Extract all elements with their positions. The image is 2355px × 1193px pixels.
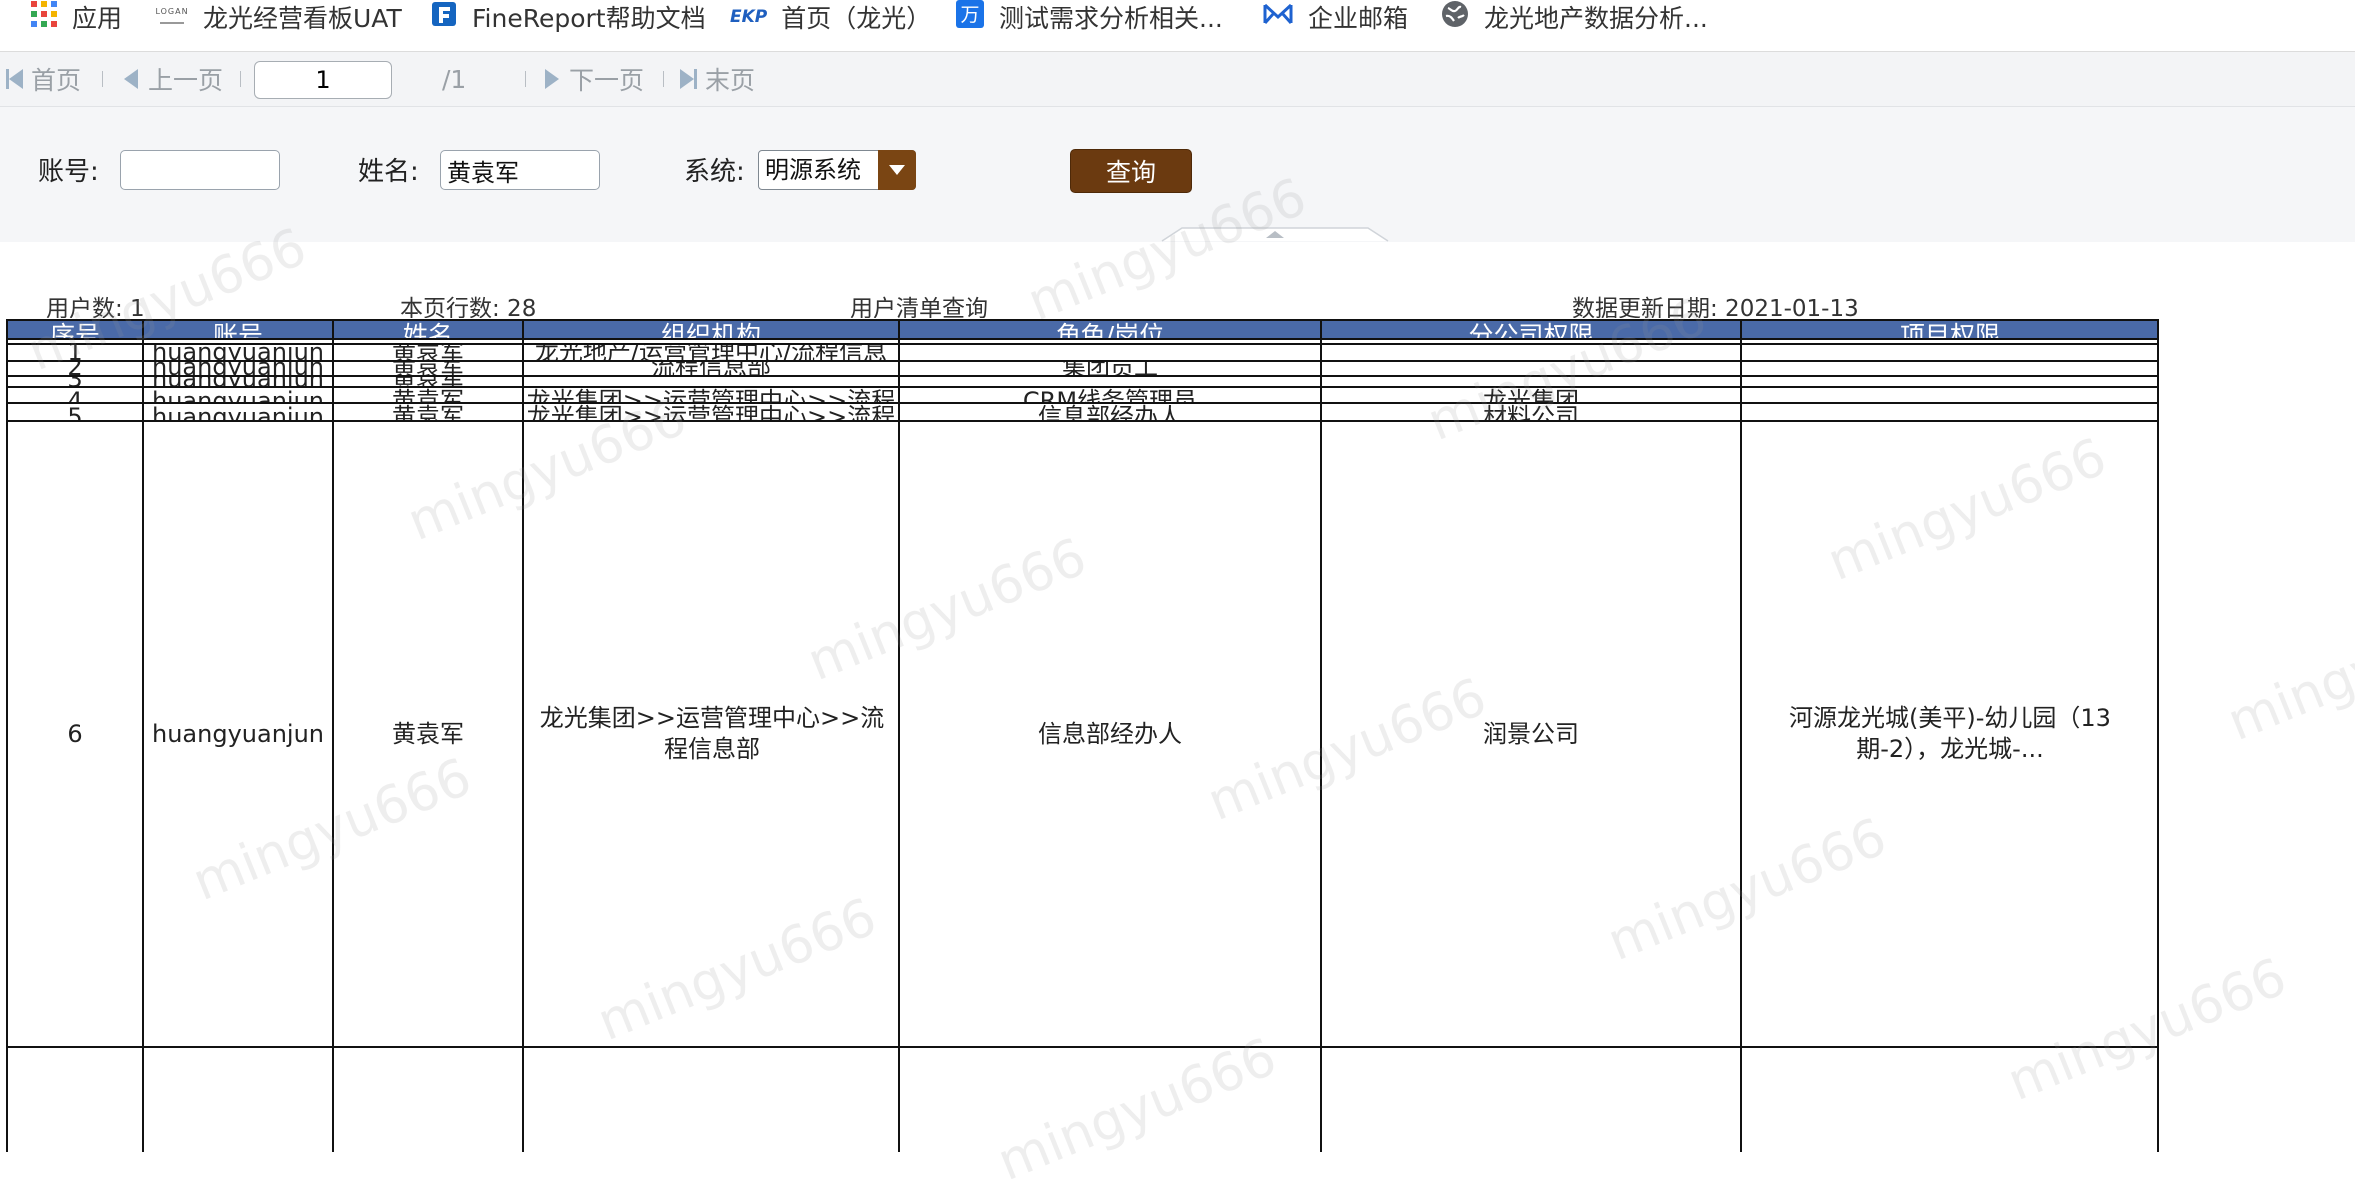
next-page-label: 下一页 <box>569 66 645 95</box>
bookmark-logan-board[interactable]: LOGAN 龙光经营看板UAT <box>155 0 402 34</box>
last-page-button[interactable]: 末页 <box>680 52 755 106</box>
logan-logo-icon: LOGAN <box>155 7 189 27</box>
cell-org: 龙光集团>>运营管理中心>>流程 <box>526 404 896 420</box>
bookmark-finereport[interactable]: FineReport帮助文档 <box>430 0 706 34</box>
bookmark-label: FineReport帮助文档 <box>472 4 706 33</box>
cell-name: 黄袁军 <box>392 719 464 748</box>
finereport-icon <box>430 0 458 34</box>
cell-account: huangyuanjun <box>152 404 324 420</box>
cell-name: 黄袁军 <box>334 362 522 375</box>
cell-account: huangyuanjun <box>144 377 332 386</box>
grid-line <box>2157 319 2159 1152</box>
last-page-icon <box>694 69 697 89</box>
cell-name: 黄袁军 <box>392 345 464 360</box>
query-button[interactable]: 查询 <box>1070 149 1192 193</box>
bookmark-label: 应用 <box>72 4 123 33</box>
prev-page-button[interactable]: 上一页 <box>124 52 223 106</box>
grid-line <box>1740 319 1742 1152</box>
cell-no: 6 <box>67 719 83 748</box>
grid-line <box>6 338 2159 340</box>
cell-org: 龙光集团>>运营管理中心>>流程信息部 <box>539 704 885 763</box>
chevron-down-icon[interactable] <box>878 150 916 190</box>
cell-no: 1 <box>67 345 83 360</box>
mail-icon <box>1262 1 1294 33</box>
cell-account: huangyuanjun <box>152 719 324 748</box>
cell-role: 集团员工 <box>900 362 1320 375</box>
account-input[interactable] <box>120 150 280 190</box>
divider <box>663 71 664 87</box>
system-select-value: 明源系统 <box>765 156 861 184</box>
cell-org: 龙光集团>>运营管理中心>>流程 <box>526 388 896 402</box>
bookmark-label: 龙光经营看板UAT <box>203 4 402 33</box>
next-page-button[interactable]: 下一页 <box>545 52 644 106</box>
account-label: 账号: <box>38 157 99 187</box>
watermark: mingyu666 <box>2219 587 2355 753</box>
cell-role: 信息部经办人 <box>1038 404 1182 420</box>
name-input[interactable] <box>440 150 600 190</box>
bookmark-label: 企业邮箱 <box>1308 4 1409 33</box>
grid-line <box>522 319 524 1152</box>
report-title: 用户清单查询 <box>850 296 988 318</box>
grid-line <box>6 1046 2159 1048</box>
system-label: 系统: <box>684 157 745 187</box>
page-number-input[interactable] <box>254 61 392 99</box>
cell-account: huangyuanjun <box>152 388 324 402</box>
apps-grid-icon <box>30 0 58 34</box>
globe-icon <box>1440 0 1470 35</box>
cell-no: 5 <box>67 404 83 420</box>
first-page-arrow-icon <box>9 69 23 89</box>
cell-name: 黄袁军 <box>334 377 522 386</box>
name-label: 姓名: <box>358 157 419 187</box>
collapse-handle-icon[interactable] <box>1160 227 1390 242</box>
cell-name: 黄袁军 <box>392 388 464 402</box>
cell-company: 润景公司 <box>1483 719 1579 748</box>
divider <box>525 71 526 87</box>
prev-page-icon <box>124 69 138 89</box>
cell-org: 流程信息部 <box>524 362 898 375</box>
cell-role: 信息部经办人 <box>1038 719 1182 748</box>
next-page-icon <box>545 69 559 89</box>
wan-icon: 万 <box>955 0 985 35</box>
total-pages: /1 <box>442 52 466 106</box>
first-page-label: 首页 <box>31 66 82 95</box>
first-page-button[interactable]: 首页 <box>6 52 81 106</box>
divider <box>102 71 103 87</box>
cell-company: 龙光集团 <box>1483 388 1579 402</box>
query-button-label: 查询 <box>1105 158 1156 187</box>
user-count: 用户数: 1 <box>46 296 145 318</box>
bookmark-apps[interactable]: 应用 <box>30 0 122 34</box>
cell-account: huangyuanjun <box>144 362 332 375</box>
cell-account: huangyuanjun <box>152 345 324 360</box>
last-page-label: 末页 <box>705 66 756 95</box>
prev-page-label: 上一页 <box>148 66 224 95</box>
cell-name: 黄袁军 <box>392 404 464 420</box>
update-date: 数据更新日期: 2021-01-13 <box>1572 296 1859 318</box>
bookmark-home-logan[interactable]: EKP 首页（龙光） <box>730 0 931 34</box>
bookmark-test-requirements[interactable]: 万 测试需求分析相关... <box>955 0 1223 34</box>
total-pages-text: /1 <box>442 64 467 94</box>
cell-company: 材料公司 <box>1483 404 1579 420</box>
row-count: 本页行数: 28 <box>400 296 537 318</box>
ekp-icon: EKP <box>730 7 768 27</box>
cell-no: 3 <box>8 377 142 386</box>
bookmark-enterprise-mail[interactable]: 企业邮箱 <box>1262 0 1408 34</box>
bookmark-label: 测试需求分析相关... <box>999 4 1223 33</box>
last-page-arrow-icon <box>680 69 694 89</box>
cell-role: CRM线务管理员 <box>1022 388 1198 402</box>
cell-no: 2 <box>8 362 142 375</box>
divider <box>240 71 241 87</box>
cell-org: 龙光地产/运营管理中心/流程信息 <box>534 345 888 360</box>
bookmark-label: 首页（龙光） <box>781 4 932 33</box>
svg-text:万: 万 <box>960 4 979 26</box>
cell-no: 4 <box>67 388 83 402</box>
bookmarks-bar: 应用 LOGAN 龙光经营看板UAT FineReport帮助文档 EKP 首页… <box>0 0 2355 52</box>
grid-line <box>6 319 2159 321</box>
bookmark-label: 龙光地产数据分析... <box>1484 4 1708 33</box>
cell-project: 河源龙光城(美平)-幼儿园（13期-2），龙光城-... <box>1789 704 2111 763</box>
bookmark-logan-data-analysis[interactable]: 龙光地产数据分析... <box>1440 0 1708 34</box>
